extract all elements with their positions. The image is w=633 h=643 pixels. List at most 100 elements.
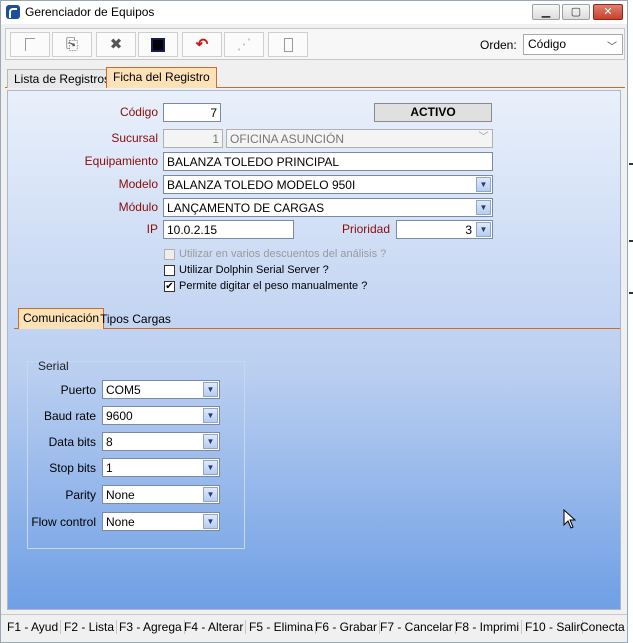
fkey-conecta[interactable]: Conecta bbox=[580, 620, 627, 634]
fkey-f7[interactable]: F7 - Cancelar bbox=[380, 620, 456, 634]
chk-peso-label: Permite digitar el peso manualmente ? bbox=[179, 280, 368, 292]
tab-lista-registros[interactable]: Lista de Registros bbox=[7, 69, 118, 88]
orden-label: Orden: bbox=[480, 38, 517, 52]
chk-descuentos-label: Utilizar en varios descuentos del anális… bbox=[179, 248, 387, 260]
tab-comunicacion[interactable]: Comunicación bbox=[18, 308, 105, 329]
baud-select[interactable]: 9600 ▼ bbox=[102, 406, 220, 425]
orden-value: Código bbox=[528, 37, 567, 51]
fkey-f6[interactable]: F6 - Grabar bbox=[315, 620, 381, 634]
tab-ficha-registro[interactable]: Ficha del Registro bbox=[106, 67, 217, 88]
sucursal-select[interactable]: OFICINA ASUNCIÓN ﹀ bbox=[226, 129, 493, 148]
save-icon bbox=[151, 38, 165, 52]
fkey-f3[interactable]: F3 - Agrega bbox=[119, 620, 185, 634]
status-badge: ACTIVO bbox=[374, 103, 492, 122]
puerto-label: Puerto bbox=[60, 383, 96, 397]
dropdown-arrow-icon[interactable]: ▼ bbox=[203, 460, 218, 475]
databits-value: 8 bbox=[106, 435, 113, 449]
flow-value: None bbox=[106, 515, 135, 529]
databits-select[interactable]: 8 ▼ bbox=[102, 432, 220, 451]
checkbox-checked[interactable]: ✔ bbox=[164, 280, 175, 292]
sucursal-code-field[interactable]: 1 bbox=[163, 129, 223, 148]
databits-label: Data bits bbox=[48, 435, 96, 449]
new-button[interactable] bbox=[10, 32, 50, 57]
copy-icon: ⎘ bbox=[65, 36, 78, 53]
checkbox[interactable] bbox=[164, 248, 175, 260]
chevron-down-icon: ﹀ bbox=[478, 132, 489, 143]
refresh-icon: ⋰ bbox=[236, 36, 252, 53]
prioridad-value: 3 bbox=[465, 223, 472, 237]
checkbox[interactable] bbox=[164, 264, 175, 276]
serial-group-title: Serial bbox=[38, 359, 69, 373]
report-icon bbox=[283, 38, 293, 52]
dropdown-arrow-icon[interactable]: ▼ bbox=[203, 487, 218, 502]
delete-button[interactable]: ✖ bbox=[96, 32, 136, 57]
main-tabs: Lista de Registros Ficha del Registro bbox=[5, 66, 625, 88]
fkey-f4[interactable]: F4 - Alterar bbox=[184, 620, 247, 634]
parity-label: Parity bbox=[65, 488, 96, 502]
delete-icon: ✖ bbox=[109, 36, 123, 53]
stopbits-select[interactable]: 1 ▼ bbox=[102, 458, 220, 477]
undo-icon: ↶ bbox=[195, 36, 209, 53]
close-button[interactable]: ✕ bbox=[593, 4, 623, 20]
dropdown-arrow-icon[interactable]: ▼ bbox=[203, 434, 218, 449]
puerto-value: COM5 bbox=[106, 383, 141, 397]
mouse-cursor-icon bbox=[563, 509, 577, 529]
serial-group: Serial Puerto COM5 ▼ Baud rate 9600 ▼ Data… bbox=[27, 359, 245, 549]
background-window-edge bbox=[628, 0, 633, 643]
equipamiento-field[interactable]: BALANZA TOLEDO PRINCIPAL bbox=[163, 152, 493, 171]
modelo-label: Modelo bbox=[118, 177, 158, 191]
ip-label: IP bbox=[146, 222, 158, 236]
fkey-f5[interactable]: F5 - Elimina bbox=[249, 620, 317, 634]
dropdown-arrow-icon[interactable]: ▼ bbox=[476, 222, 491, 237]
flow-label: Flow control bbox=[31, 515, 96, 529]
parity-select[interactable]: None ▼ bbox=[102, 485, 220, 504]
flow-select[interactable]: None ▼ bbox=[102, 512, 220, 531]
save-button[interactable] bbox=[138, 32, 178, 57]
fkey-f10[interactable]: F10 - Salir bbox=[525, 620, 584, 634]
stopbits-label: Stop bits bbox=[49, 461, 96, 475]
modulo-select[interactable]: LANÇAMENTO DE CARGAS ▼ bbox=[163, 198, 493, 217]
refresh-button[interactable]: ⋰ bbox=[224, 32, 264, 57]
toolbar: ⎘ ✖ ↶ ⋰ Orden: Código ﹀ bbox=[5, 28, 625, 60]
edge-mark bbox=[629, 240, 633, 242]
orden-select[interactable]: Código ﹀ bbox=[523, 34, 623, 55]
equipamiento-label: Equipamiento bbox=[84, 154, 158, 168]
undo-button[interactable]: ↶ bbox=[182, 32, 222, 57]
record-panel: Código 7 ACTIVO Sucursal 1 OFICINA ASUNC… bbox=[7, 90, 621, 610]
codigo-field[interactable]: 7 bbox=[163, 103, 221, 122]
chevron-down-icon: ﹀ bbox=[607, 42, 617, 53]
dropdown-arrow-icon[interactable]: ▼ bbox=[203, 382, 218, 397]
tab-tipos-cargas[interactable]: Tipos Cargas bbox=[96, 310, 175, 329]
dropdown-arrow-icon[interactable]: ▼ bbox=[203, 408, 218, 423]
copy-button[interactable]: ⎘ bbox=[52, 32, 92, 57]
chk-dolphin[interactable]: Utilizar Dolphin Serial Server ? bbox=[164, 264, 329, 276]
codigo-label: Código bbox=[119, 105, 158, 119]
prioridad-select[interactable]: 3 ▼ bbox=[396, 220, 493, 239]
fkey-f1[interactable]: F1 - Ayud bbox=[7, 620, 62, 634]
edge-mark bbox=[629, 292, 633, 294]
window-title: Gerenciador de Equipos bbox=[25, 5, 155, 19]
ip-field[interactable]: 10.0.2.15 bbox=[163, 220, 294, 239]
chk-peso[interactable]: ✔ Permite digitar el peso manualmente ? bbox=[164, 280, 367, 292]
function-key-bar: F1 - Ayud F2 - Lista F3 - Agrega F4 - Al… bbox=[1, 614, 627, 638]
puerto-select[interactable]: COM5 ▼ bbox=[102, 380, 220, 399]
prioridad-label: Prioridad bbox=[341, 222, 390, 236]
modelo-select[interactable]: BALANZA TOLEDO MODELO 950I ▼ bbox=[163, 175, 493, 194]
report-button[interactable] bbox=[268, 32, 308, 57]
chk-dolphin-label: Utilizar Dolphin Serial Server ? bbox=[179, 264, 329, 276]
modelo-value: BALANZA TOLEDO MODELO 950I bbox=[167, 178, 356, 192]
dropdown-arrow-icon[interactable]: ▼ bbox=[476, 200, 491, 215]
fkey-f8[interactable]: F8 - Imprimi bbox=[455, 620, 522, 634]
minimize-button[interactable]: ▁ bbox=[532, 4, 560, 20]
stopbits-value: 1 bbox=[106, 461, 113, 475]
title-bar: Gerenciador de Equipos ▁ ▢ ✕ bbox=[1, 1, 627, 24]
maximize-button[interactable]: ▢ bbox=[562, 4, 590, 20]
modulo-label: Módulo bbox=[118, 200, 158, 214]
chk-descuentos[interactable]: Utilizar en varios descuentos del anális… bbox=[164, 248, 386, 260]
sucursal-value: OFICINA ASUNCIÓN bbox=[230, 132, 345, 146]
dropdown-arrow-icon[interactable]: ▼ bbox=[203, 514, 218, 529]
fkey-f2[interactable]: F2 - Lista bbox=[64, 620, 118, 634]
dropdown-arrow-icon[interactable]: ▼ bbox=[476, 177, 491, 192]
baud-label: Baud rate bbox=[43, 409, 96, 423]
sub-tabs: Comunicación Tipos Cargas bbox=[14, 308, 620, 329]
